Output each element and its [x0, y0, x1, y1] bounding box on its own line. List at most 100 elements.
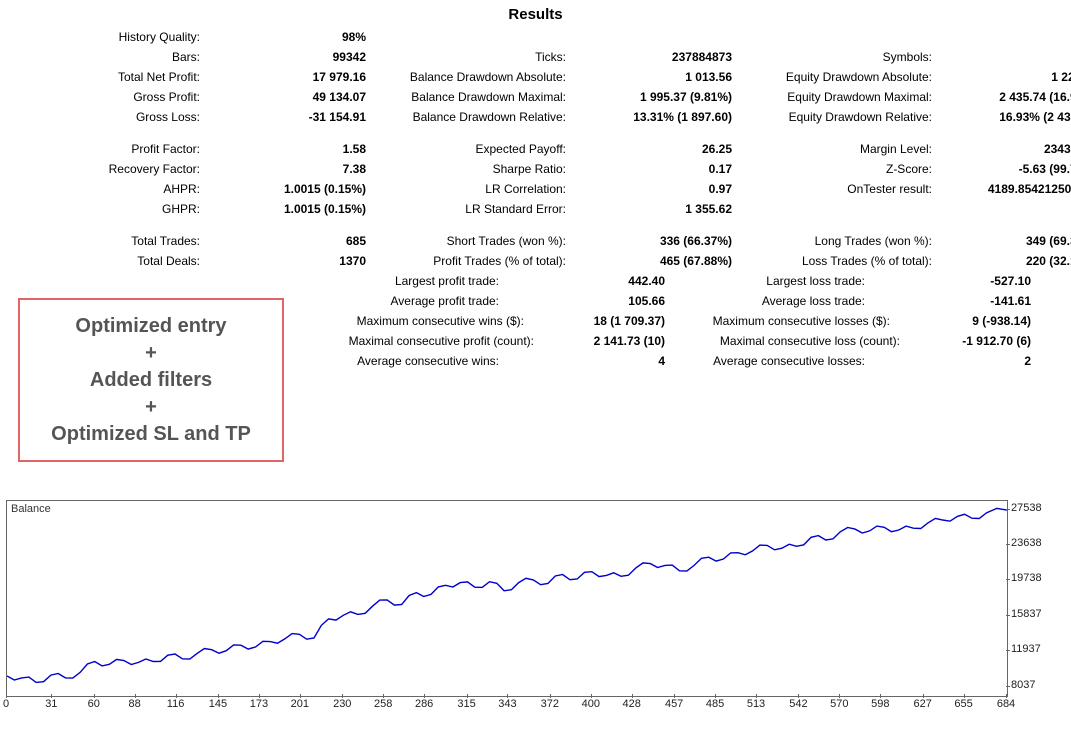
stat-label: LR Standard Error: [386, 202, 572, 216]
x-tick-label: 88 [129, 698, 141, 710]
results-title: Results [0, 0, 1071, 27]
x-tick-label: 31 [45, 698, 57, 710]
stat-label: Equity Drawdown Maximal: [752, 90, 938, 104]
stat-value: 26.25 [572, 142, 752, 156]
x-tick-label: 258 [374, 698, 392, 710]
x-tick-label: 60 [88, 698, 100, 710]
stat-value: 2343.21% [938, 142, 1071, 156]
stat-label: Recovery Factor: [20, 162, 206, 176]
x-tick-label: 542 [789, 698, 807, 710]
stat-value: 49 134.07 [206, 90, 386, 104]
stat-value: 237884873 [572, 50, 752, 64]
annotation-line: Optimized entry [20, 313, 282, 340]
x-tick-label: 684 [997, 698, 1015, 710]
stat-value: 16.93% (2 435.74) [938, 110, 1071, 124]
stat-label: Gross Profit: [20, 90, 206, 104]
stat-label: Bars: [20, 50, 206, 64]
stat-label: Average consecutive wins: [319, 354, 505, 368]
stat-label: LR Correlation: [386, 182, 572, 196]
stat-value: 465 (67.88%) [572, 254, 752, 268]
annotation-line: Added filters [20, 367, 282, 394]
y-tick-label: 23638 [1011, 537, 1042, 549]
stat-label: Gross Loss: [20, 110, 206, 124]
chart-plot-area: Balance [6, 500, 1008, 697]
stat-value: -5.63 (99.74%) [938, 162, 1071, 176]
stat-value: 4 [505, 354, 685, 368]
stat-label: Z-Score: [752, 162, 938, 176]
x-tick-label: 485 [706, 698, 724, 710]
stat-value: 685 [206, 234, 386, 248]
stat-value: 0.17 [572, 162, 752, 176]
x-tick-label: 570 [830, 698, 848, 710]
annotation-line: Optimized SL and TP [20, 421, 282, 448]
stat-value: 349 (69.34%) [938, 234, 1071, 248]
stat-value: 2 141.73 (10) [540, 334, 685, 348]
stat-label: Short Trades (won %): [386, 234, 572, 248]
x-tick-label: 116 [167, 698, 185, 710]
stat-value: 336 (66.37%) [572, 234, 752, 248]
annotation-line: + [20, 340, 282, 367]
stat-value: 105.66 [505, 294, 685, 308]
stat-label: Maximum consecutive losses ($): [685, 314, 896, 328]
stat-label: Balance Drawdown Absolute: [386, 70, 572, 84]
annotation-line: + [20, 394, 282, 421]
x-tick-label: 513 [747, 698, 765, 710]
stat-value: 98% [206, 30, 386, 44]
stat-label: Largest loss trade: [685, 274, 871, 288]
balance-chart: Balance 80371193715837197382363827538 03… [6, 500, 1064, 722]
stat-value: -527.10 [871, 274, 1051, 288]
stat-label: Equity Drawdown Relative: [752, 110, 938, 124]
stat-label: Total Trades: [20, 234, 206, 248]
stat-value: 17 979.16 [206, 70, 386, 84]
x-tick-label: 598 [871, 698, 889, 710]
stat-value: 1.58 [206, 142, 386, 156]
stat-label: Total Net Profit: [20, 70, 206, 84]
annotation-box: Optimized entry + Added filters + Optimi… [18, 298, 284, 462]
stat-label: Symbols: [752, 50, 938, 64]
x-tick-label: 343 [498, 698, 516, 710]
y-tick-label: 8037 [1011, 679, 1035, 691]
stat-label: Margin Level: [752, 142, 938, 156]
stat-value: 4189.854212501941 [938, 182, 1071, 196]
stat-label: Profit Trades (% of total): [386, 254, 572, 268]
x-tick-label: 0 [3, 698, 9, 710]
x-tick-label: 173 [250, 698, 268, 710]
stat-value: 1.0015 (0.15%) [206, 182, 386, 196]
stat-label: Maximum consecutive wins ($): [319, 314, 530, 328]
y-tick-label: 19738 [1011, 572, 1042, 584]
stat-value: 1 355.62 [572, 202, 752, 216]
x-tick-label: 201 [291, 698, 309, 710]
stat-label: Balance Drawdown Maximal: [386, 90, 572, 104]
x-tick-label: 457 [665, 698, 683, 710]
x-tick-label: 315 [457, 698, 475, 710]
stat-value: 442.40 [505, 274, 685, 288]
stat-value: 1 013.56 [572, 70, 752, 84]
stat-value: 99342 [206, 50, 386, 64]
stat-value: 13.31% (1 897.60) [572, 110, 752, 124]
stat-value: 1370 [206, 254, 386, 268]
x-tick-label: 428 [623, 698, 641, 710]
stat-label: Average profit trade: [319, 294, 505, 308]
stat-label: Equity Drawdown Absolute: [752, 70, 938, 84]
stat-value: 2 435.74 (16.93%) [938, 90, 1071, 104]
stat-label: GHPR: [20, 202, 206, 216]
stat-label: Expected Payoff: [386, 142, 572, 156]
x-tick-label: 655 [954, 698, 972, 710]
stat-label: Average consecutive losses: [685, 354, 871, 368]
stat-value: 9 (-938.14) [896, 314, 1051, 328]
stat-value: 1 [938, 50, 1071, 64]
stat-value: 18 (1 709.37) [530, 314, 685, 328]
stat-label: History Quality: [20, 30, 206, 44]
y-tick-label: 15837 [1011, 608, 1042, 620]
stat-label: Sharpe Ratio: [386, 162, 572, 176]
x-tick-label: 230 [333, 698, 351, 710]
x-tick-label: 145 [209, 698, 227, 710]
stat-value: 7.38 [206, 162, 386, 176]
stat-value: 1 227.65 [938, 70, 1071, 84]
stat-label: Largest profit trade: [319, 274, 505, 288]
x-tick-label: 400 [582, 698, 600, 710]
stat-label: Maximal consecutive loss (count): [685, 334, 906, 348]
stat-label: Balance Drawdown Relative: [386, 110, 572, 124]
stat-label: OnTester result: [752, 182, 938, 196]
stat-value: 1 995.37 (9.81%) [572, 90, 752, 104]
